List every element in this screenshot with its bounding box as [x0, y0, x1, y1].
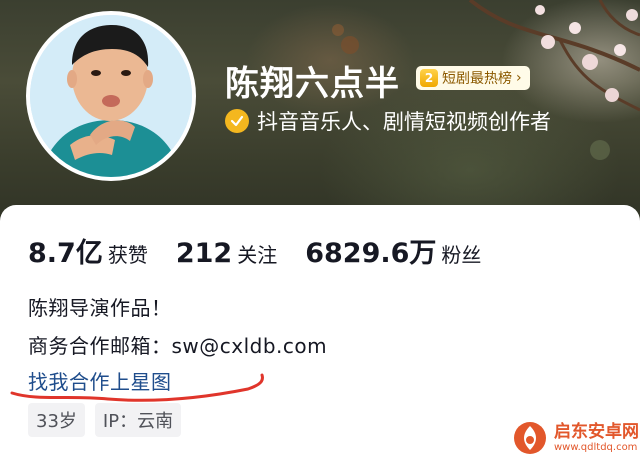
stat-label: 获赞 [107, 243, 148, 267]
verification-row: 抖音音乐人、剧情短视频创作者 [225, 106, 551, 136]
rank-number: 2 [420, 69, 438, 87]
age-tag: 33岁 [28, 403, 85, 437]
ip-location-tag: IP：云南 [94, 403, 182, 437]
rank-label: 短剧最热榜 [442, 71, 512, 87]
stat-following[interactable]: 212 关注 [176, 238, 277, 269]
avatar-portrait [30, 15, 192, 177]
hot-rank-badge[interactable]: 2 短剧最热榜 › [416, 66, 530, 90]
stat-followers[interactable]: 6829.6万 粉丝 [305, 231, 481, 270]
stat-value: 212 [175, 238, 233, 269]
stat-value: 8.7亿 [28, 238, 103, 269]
chevron-right-icon: › [516, 70, 522, 86]
site-watermark: 启东安卓网 www.qdltdq.com [512, 420, 639, 456]
red-underline-annotation [10, 373, 264, 402]
watermark-title: 启东安卓网 [554, 422, 639, 443]
stat-label: 粉丝 [441, 243, 482, 267]
avatar[interactable] [26, 11, 196, 181]
stat-likes[interactable]: 8.7亿 获赞 [28, 231, 148, 270]
verified-check-icon [225, 109, 249, 133]
watermark-logo-icon [514, 422, 546, 454]
bio-line-2: 商务合作邮箱：sw@cxldb.com [28, 334, 328, 358]
stat-value: 6829.6万 [305, 238, 437, 269]
stat-label: 关注 [237, 243, 278, 267]
watermark-url: www.qdltdq.com [554, 441, 638, 453]
stats-row: 8.7亿 获赞 212 关注 6829.6万 粉丝 [28, 231, 481, 270]
verification-text: 抖音音乐人、剧情短视频创作者 [257, 110, 551, 134]
profile-tags: 33岁 IP：云南 [28, 403, 182, 437]
profile-header-banner: 陈翔六点半 2 短剧最热榜 › 抖音音乐人、剧情短视频创作者 [0, 0, 640, 232]
bio-line-1: 陈翔导演作品！ [28, 296, 172, 320]
profile-name: 陈翔六点半 [225, 64, 400, 104]
